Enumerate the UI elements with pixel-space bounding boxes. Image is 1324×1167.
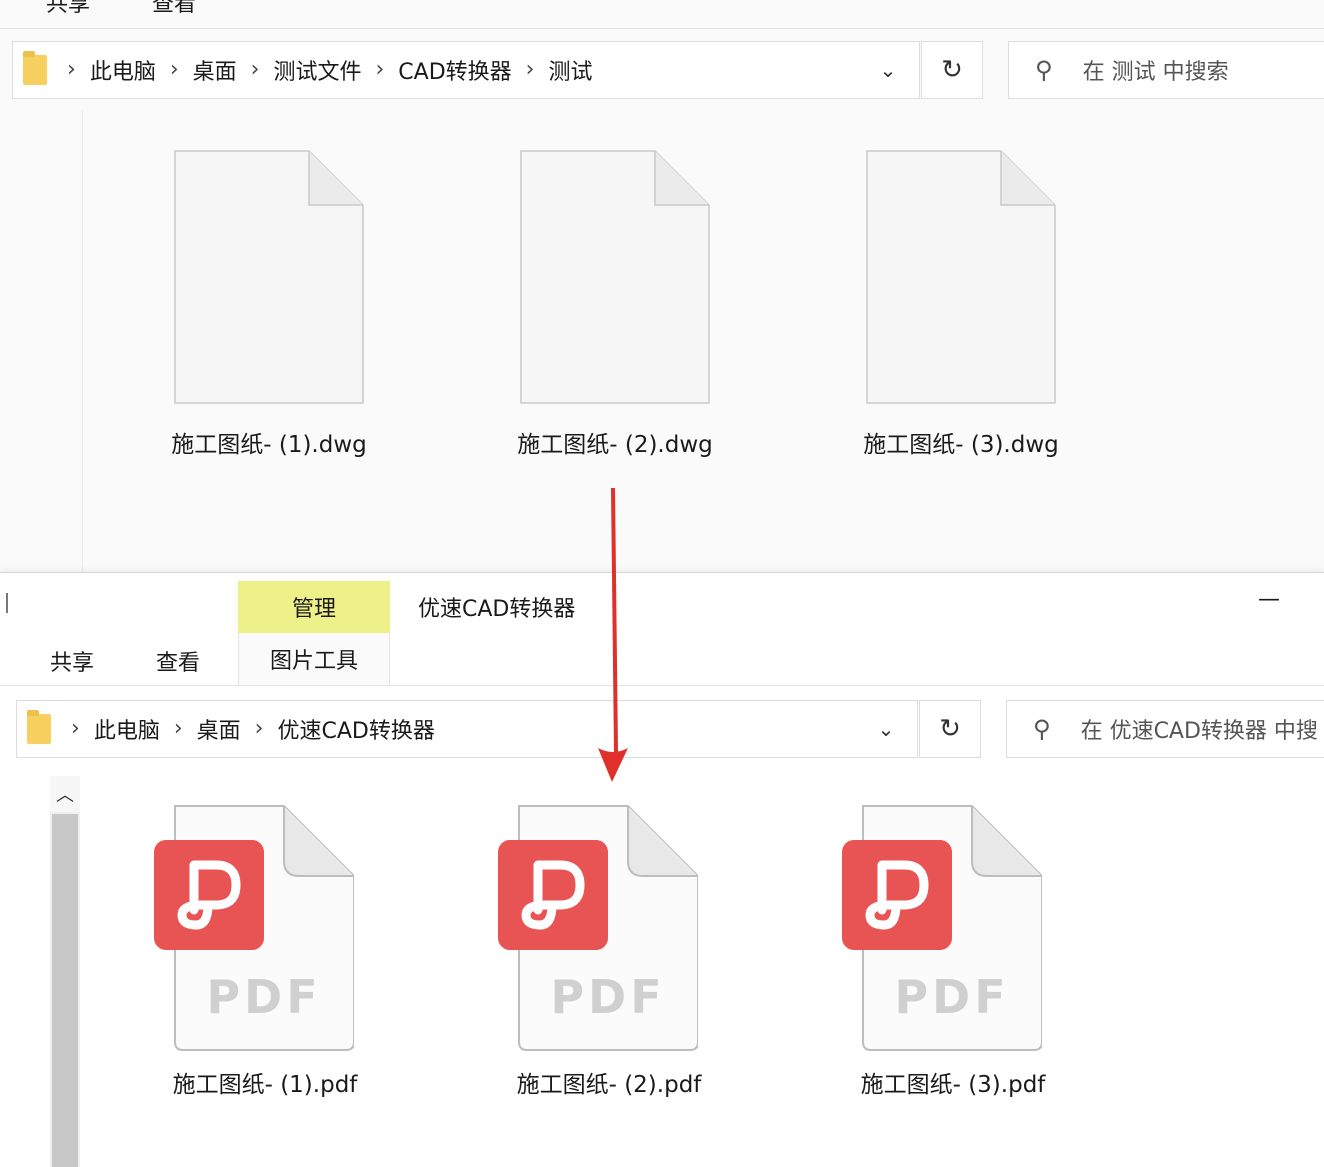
- address-dropdown-icon[interactable]: ⌄: [857, 42, 919, 98]
- breadcrumb-chevron[interactable]: ›: [526, 59, 535, 81]
- search-placeholder[interactable]: 在 测试 中搜索: [1083, 54, 1229, 86]
- address-dropdown-icon[interactable]: ⌄: [855, 701, 917, 757]
- pdf-file-icon: PDF: [498, 805, 698, 1051]
- ribbon-divider: [0, 685, 1324, 686]
- pdf-file-icon: PDF: [842, 805, 1042, 1051]
- top-explorer-window: 共享 查看 › 此电脑 › 桌面 › 测试文件 › CAD转换器 › 测试 ⌄ …: [0, 0, 1324, 572]
- breadcrumb-cad-converter[interactable]: 优速CAD转换器: [277, 713, 434, 745]
- search-box[interactable]: ⚲ 在 优速CAD转换器 中搜: [1006, 700, 1324, 758]
- breadcrumb-chevron[interactable]: ›: [170, 59, 179, 81]
- bottom-explorer-window: 管理 优速CAD转换器 — 共享 查看 图片工具 › 此电脑 › 桌面 › 优速…: [0, 572, 1324, 1167]
- breadcrumb-desktop[interactable]: 桌面: [193, 54, 237, 86]
- ribbon-tab-view[interactable]: 查看: [152, 0, 196, 18]
- ribbon-tab-share[interactable]: 共享: [46, 0, 90, 18]
- context-tab-manage[interactable]: 管理: [238, 581, 390, 633]
- breadcrumb-chevron[interactable]: ›: [71, 718, 80, 740]
- ribbon-tab-picture-tools[interactable]: 图片工具: [238, 633, 390, 685]
- vertical-scrollbar[interactable]: ︿: [50, 776, 80, 1167]
- breadcrumb-this-pc[interactable]: 此电脑: [90, 54, 156, 86]
- blank-file-icon: [520, 150, 710, 404]
- address-bar[interactable]: › 此电脑 › 桌面 › 优速CAD转换器 ⌄: [16, 700, 918, 758]
- pdf-label: PDF: [206, 970, 321, 1024]
- folder-icon: [27, 710, 51, 744]
- ribbon-divider: [0, 28, 1324, 29]
- breadcrumb-desktop[interactable]: 桌面: [197, 713, 241, 745]
- breadcrumb-chevron[interactable]: ›: [251, 59, 260, 81]
- breadcrumb-chevron[interactable]: ›: [174, 718, 183, 740]
- breadcrumb-cad-converter[interactable]: CAD转换器: [398, 54, 511, 86]
- breadcrumb-chevron[interactable]: ›: [255, 718, 264, 740]
- breadcrumb-chevron[interactable]: ›: [67, 59, 76, 81]
- scroll-up-icon[interactable]: ︿: [50, 776, 80, 812]
- minimize-button[interactable]: —: [1258, 587, 1280, 612]
- address-bar[interactable]: › 此电脑 › 桌面 › 测试文件 › CAD转换器 › 测试 ⌄: [12, 41, 920, 99]
- refresh-icon[interactable]: ↻: [921, 41, 983, 99]
- file-name[interactable]: 施工图纸- (2).dwg: [517, 432, 713, 458]
- folder-icon: [23, 51, 47, 85]
- search-placeholder[interactable]: 在 优速CAD转换器 中搜: [1081, 713, 1318, 745]
- file-name[interactable]: 施工图纸- (2).pdf: [517, 1072, 702, 1098]
- breadcrumb-this-pc[interactable]: 此电脑: [94, 713, 160, 745]
- window-title: 优速CAD转换器: [418, 597, 576, 622]
- scrollbar-thumb[interactable]: [52, 814, 78, 1167]
- nav-pane-divider: [82, 110, 83, 572]
- blank-file-icon: [174, 150, 364, 404]
- file-name[interactable]: 施工图纸- (1).dwg: [171, 432, 367, 458]
- search-box[interactable]: ⚲ 在 测试 中搜索: [1008, 41, 1324, 99]
- blank-file-icon: [866, 150, 1056, 404]
- breadcrumb-test[interactable]: 测试: [548, 54, 592, 86]
- ribbon-tab-view[interactable]: 查看: [156, 645, 200, 677]
- ribbon-tab-share[interactable]: 共享: [50, 645, 94, 677]
- file-name[interactable]: 施工图纸- (1).pdf: [173, 1072, 358, 1098]
- pdf-label: PDF: [894, 970, 1009, 1024]
- search-icon: ⚲: [1035, 56, 1053, 84]
- quick-access-edge: [6, 593, 8, 613]
- search-icon: ⚲: [1033, 715, 1051, 743]
- file-name[interactable]: 施工图纸- (3).dwg: [863, 432, 1059, 458]
- pdf-label: PDF: [550, 970, 665, 1024]
- refresh-icon[interactable]: ↻: [919, 700, 981, 758]
- pdf-file-icon: PDF: [154, 805, 354, 1051]
- breadcrumb-chevron[interactable]: ›: [375, 59, 384, 81]
- file-name[interactable]: 施工图纸- (3).pdf: [861, 1072, 1046, 1098]
- breadcrumb-test-files[interactable]: 测试文件: [273, 54, 361, 86]
